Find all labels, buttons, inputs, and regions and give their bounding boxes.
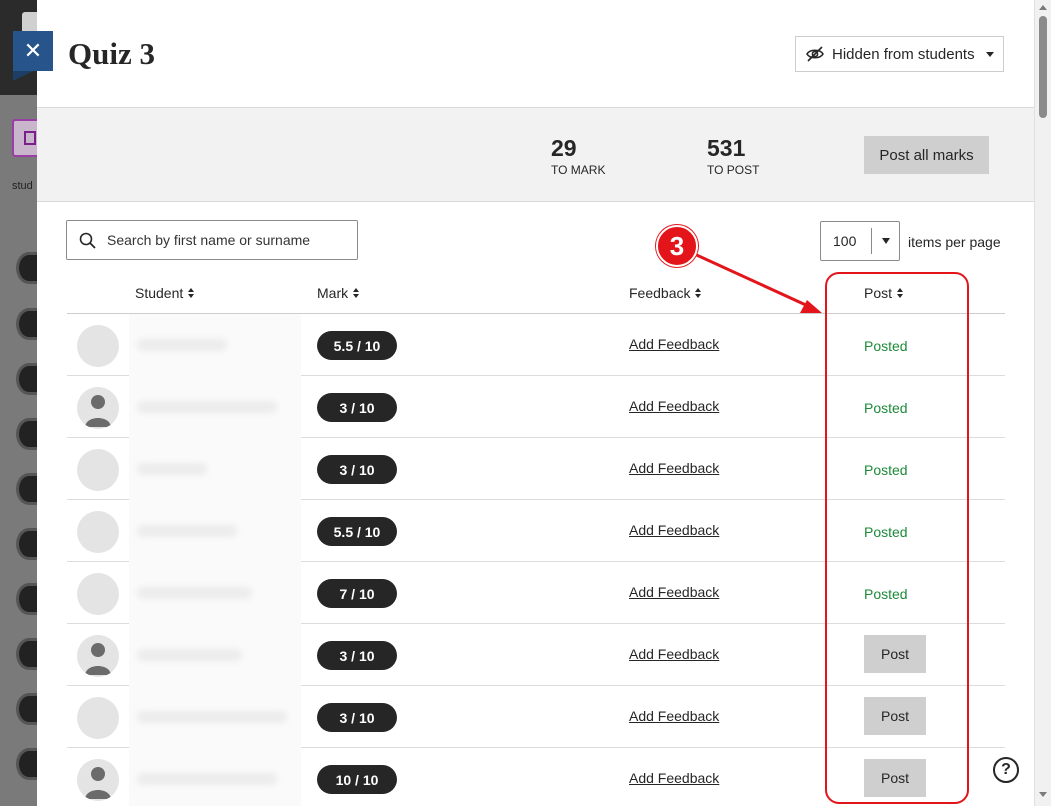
post-all-marks-button[interactable]: Post all marks (864, 136, 989, 174)
add-feedback-link[interactable]: Add Feedback (629, 708, 719, 724)
mark-pill[interactable]: 3 / 10 (317, 455, 397, 484)
mark-pill[interactable]: 3 / 10 (317, 641, 397, 670)
items-per-page-label: items per page (908, 234, 1001, 250)
to-mark-stat: 29 TO MARK (551, 135, 605, 177)
items-per-page-select[interactable]: 100 (820, 221, 900, 261)
mark-pill[interactable]: 5.5 / 10 (317, 517, 397, 546)
close-icon: ✕ (23, 38, 43, 63)
avatar (77, 573, 119, 615)
annotation-badge: 3 (656, 225, 698, 267)
background-label: stud (12, 180, 33, 192)
avatar (77, 449, 119, 491)
redaction-blur (137, 587, 252, 599)
background-app: stud (0, 0, 42, 806)
scroll-up-icon[interactable] (1039, 5, 1047, 10)
sort-icon (353, 287, 360, 299)
redaction-blur (137, 711, 287, 723)
to-mark-label: TO MARK (551, 163, 606, 177)
page-title: Quiz 3 (68, 36, 155, 71)
avatar-person-icon (77, 635, 119, 677)
student-name-redacted[interactable] (129, 748, 301, 806)
to-mark-count: 29 (551, 135, 577, 161)
column-header-mark[interactable]: Mark (317, 285, 360, 301)
mark-pill[interactable]: 5.5 / 10 (317, 331, 397, 360)
mark-pill[interactable]: 3 / 10 (317, 703, 397, 732)
grid-icon (24, 131, 36, 145)
items-per-page-value: 100 (833, 233, 857, 249)
select-divider (871, 228, 872, 254)
close-panel-button[interactable]: ✕ (13, 31, 53, 81)
grid-view-button[interactable] (12, 119, 40, 157)
scroll-thumb[interactable] (1039, 16, 1047, 118)
search-input[interactable]: Search by first name or surname (66, 220, 358, 260)
visibility-dropdown[interactable]: Hidden from students (795, 36, 1004, 72)
redaction-blur (137, 401, 277, 413)
avatar-person-icon (77, 759, 119, 801)
student-name-redacted[interactable] (129, 686, 301, 748)
student-header-label: Student (135, 285, 184, 301)
chevron-down-icon (882, 238, 890, 244)
visibility-label: Hidden from students (832, 45, 975, 63)
student-name-redacted[interactable] (129, 624, 301, 686)
student-name-redacted[interactable] (129, 500, 301, 562)
add-feedback-link[interactable]: Add Feedback (629, 584, 719, 600)
student-name-redacted[interactable] (129, 562, 301, 624)
stats-band: 29 TO MARK 531 TO POST Post all marks (37, 107, 1034, 202)
add-feedback-link[interactable]: Add Feedback (629, 398, 719, 414)
avatar (77, 697, 119, 739)
sort-icon (695, 287, 702, 299)
scroll-down-icon[interactable] (1039, 792, 1047, 797)
column-header-student[interactable]: Student (135, 285, 195, 301)
student-name-redacted[interactable] (129, 314, 301, 376)
to-post-label: TO POST (707, 163, 760, 177)
add-feedback-link[interactable]: Add Feedback (629, 336, 719, 352)
avatar (77, 511, 119, 553)
avatar (77, 325, 119, 367)
sort-icon (188, 287, 195, 299)
mark-pill[interactable]: 10 / 10 (317, 765, 397, 794)
add-feedback-link[interactable]: Add Feedback (629, 460, 719, 476)
add-feedback-link[interactable]: Add Feedback (629, 522, 719, 538)
add-feedback-link[interactable]: Add Feedback (629, 646, 719, 662)
chevron-down-icon (985, 51, 994, 57)
student-name-redacted[interactable] (129, 438, 301, 500)
help-button[interactable]: ? (993, 757, 1019, 783)
column-header-feedback[interactable]: Feedback (629, 285, 702, 301)
avatar-person-icon (77, 387, 119, 429)
redaction-blur (137, 773, 277, 785)
mark-pill[interactable]: 3 / 10 (317, 393, 397, 422)
redaction-blur (137, 525, 237, 537)
feedback-header-label: Feedback (629, 285, 691, 301)
to-post-count: 531 (707, 135, 746, 161)
mark-header-label: Mark (317, 285, 349, 301)
add-feedback-link[interactable]: Add Feedback (629, 770, 719, 786)
help-icon: ? (1001, 761, 1011, 778)
redaction-blur (137, 463, 207, 475)
annotation-highlight-box (825, 272, 969, 804)
search-icon (79, 232, 96, 249)
to-post-stat: 531 TO POST (707, 135, 759, 177)
eye-slash-icon (806, 46, 824, 62)
window-scrollbar[interactable] (1034, 0, 1051, 806)
redaction-blur (137, 649, 242, 661)
search-placeholder: Search by first name or surname (107, 232, 311, 248)
redaction-blur (137, 339, 227, 351)
student-name-redacted[interactable] (129, 376, 301, 438)
mark-pill[interactable]: 7 / 10 (317, 579, 397, 608)
